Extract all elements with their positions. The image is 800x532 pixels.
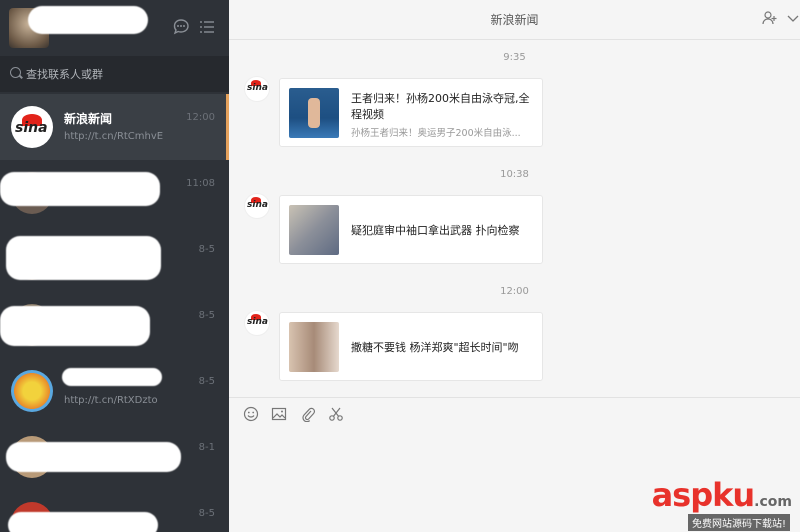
search-icon (10, 67, 21, 78)
watermark-brand: aspku (651, 476, 756, 514)
chat-item[interactable]: 8-1 (0, 424, 229, 490)
menu-list-icon[interactable] (198, 18, 216, 36)
watermark: aspku.com 免费网站源码下载站! (651, 476, 792, 531)
redaction-scribble (0, 172, 160, 206)
chat-title: 新浪新闻 (490, 13, 539, 27)
news-card[interactable]: 撒糖不要钱 杨洋郑爽"超长时间"吻 (279, 312, 543, 381)
attachment-icon[interactable] (299, 406, 317, 424)
time-separator: 12:00 (500, 286, 529, 297)
redaction-scribble (62, 368, 162, 386)
chat-item[interactable]: 8-5 (0, 490, 229, 532)
watermark-tld: .com (754, 494, 792, 510)
chat-time: 8-5 (198, 508, 215, 519)
search-input[interactable] (26, 65, 216, 83)
redaction-scribble (28, 6, 148, 34)
sidebar-header (0, 0, 229, 56)
sidebar: sina 新浪新闻 http://t.cn/RtCmhvE 12:00 11:0… (0, 0, 229, 532)
chat-time: 8-5 (198, 244, 215, 255)
sina-avatar: sina (244, 76, 270, 102)
news-title: 王者归来！孙杨200米自由泳夺冠,全程视频 (351, 92, 530, 121)
chevron-down-icon[interactable] (787, 10, 799, 30)
redaction-scribble (0, 306, 150, 346)
redaction-scribble (6, 442, 181, 472)
search-bar (0, 56, 229, 92)
time-separator: 9:35 (503, 52, 526, 63)
news-title: 疑犯庭审中袖口拿出武器 扑向检察 (351, 224, 520, 237)
chat-item-sina-news[interactable]: sina 新浪新闻 http://t.cn/RtCmhvE 12:00 (0, 94, 229, 160)
chat-name: 新浪新闻 (64, 112, 113, 126)
sina-avatar: sina (244, 193, 270, 219)
chat-item[interactable]: 8-5 (0, 226, 229, 292)
news-card[interactable]: 王者归来！孙杨200米自由泳夺冠,全程视频 孙杨王者归来！奥运男子200米自由泳… (279, 78, 543, 147)
watermark-sub: 免费网站源码下载站! (687, 514, 790, 531)
chat-item[interactable]: 8-5 (0, 292, 229, 358)
chat-time: 8-1 (198, 442, 215, 453)
chat-item[interactable]: http://t.cn/RtXDzto 8-5 (0, 358, 229, 424)
chat-preview: http://t.cn/RtCmhvE (64, 131, 164, 142)
news-thumbnail (289, 205, 339, 255)
sina-avatar: sina (244, 310, 270, 336)
chat-panel: 新浪新闻 9:35 sina 王者归来！孙杨200米自由泳夺冠,全程视频 孙杨王… (229, 0, 800, 532)
news-title: 撒糖不要钱 杨洋郑爽"超长时间"吻 (351, 341, 519, 354)
sina-logo-avatar: sina (11, 106, 53, 148)
emoji-icon[interactable] (242, 406, 260, 424)
news-thumbnail (289, 322, 339, 372)
redaction-scribble (8, 512, 158, 532)
add-member-icon[interactable] (762, 10, 778, 30)
avatar (11, 370, 53, 412)
chat-item[interactable]: 11:08 (0, 160, 229, 226)
redaction-scribble (6, 236, 161, 280)
news-thumbnail (289, 88, 339, 138)
chat-preview: http://t.cn/RtXDzto (64, 395, 158, 406)
image-icon[interactable] (270, 406, 288, 424)
chat-time: 8-5 (198, 376, 215, 387)
chat-bubble-icon[interactable] (172, 18, 190, 36)
time-separator: 10:38 (500, 169, 529, 180)
scissors-icon[interactable] (327, 406, 345, 424)
chat-header: 新浪新闻 (229, 0, 800, 40)
chat-time: 11:08 (186, 178, 215, 189)
chat-time: 12:00 (186, 112, 215, 123)
chat-time: 8-5 (198, 310, 215, 321)
news-desc: 孙杨王者归来！奥运男子200米自由泳... (351, 128, 521, 139)
news-card[interactable]: 疑犯庭审中袖口拿出武器 扑向检察 (279, 195, 543, 264)
